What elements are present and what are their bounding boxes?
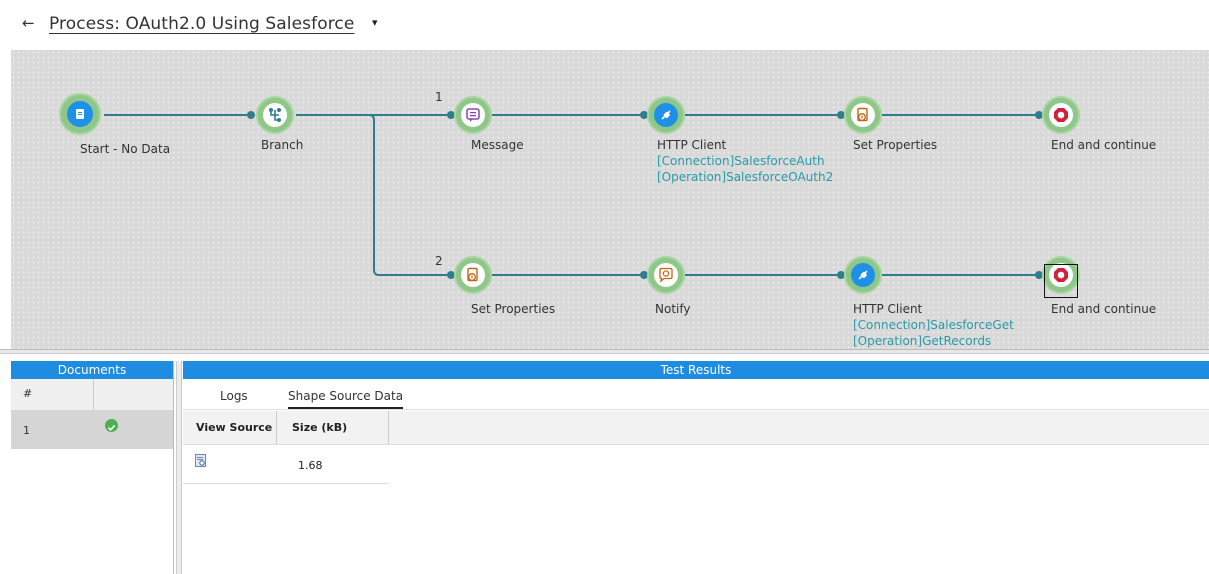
- input-connector[interactable]: [247, 111, 255, 119]
- node-label-notify: Notify: [655, 302, 691, 316]
- set-properties-node[interactable]: [454, 256, 492, 294]
- node-label-branch: Branch: [261, 138, 304, 152]
- node-operation-label: [Operation]SalesforceOAuth2: [657, 170, 834, 184]
- node-label-message: Message: [471, 138, 524, 152]
- connector-lines: [104, 114, 1035, 276]
- http-client-node[interactable]: [844, 256, 882, 294]
- http-client-icon: [851, 263, 875, 287]
- documents-header: #: [11, 379, 173, 411]
- process-canvas[interactable]: Start - No Data Branch 1 2 Message HTTP …: [11, 50, 1209, 349]
- tab-shape-source-data[interactable]: Shape Source Data: [288, 389, 404, 409]
- node-label-start: Start - No Data: [80, 142, 171, 156]
- test-results-title: Test Results: [183, 361, 1209, 379]
- node-label-http-client: HTTP Client: [853, 302, 923, 316]
- process-title[interactable]: Process: OAuth2.0 Using Salesforce: [49, 14, 354, 34]
- size-value: 1.68: [298, 459, 323, 472]
- end-continue-node[interactable]: [1042, 96, 1080, 134]
- vertical-splitter[interactable]: [176, 361, 182, 574]
- back-arrow-icon[interactable]: ←: [22, 14, 35, 32]
- table-row: 1.68: [183, 445, 389, 484]
- selection-box: [1044, 264, 1078, 298]
- col-number: #: [23, 387, 33, 400]
- check-success-icon: [105, 419, 118, 432]
- pane-splitter[interactable]: [0, 349, 1209, 354]
- node-label-set-properties: Set Properties: [853, 138, 938, 152]
- start-node[interactable]: [59, 93, 101, 135]
- results-tabs: Logs Shape Source Data: [183, 379, 1209, 410]
- col-view-source[interactable]: View Source: [183, 411, 277, 444]
- test-results-pane: Test Results Logs Shape Source Data View…: [183, 361, 1209, 574]
- column-divider: [93, 379, 94, 410]
- branch-icon: [263, 103, 287, 127]
- header-bar: ← Process: OAuth2.0 Using Salesforce ▾: [0, 0, 1209, 50]
- set-properties-icon: [851, 103, 875, 127]
- document-row[interactable]: 1: [11, 410, 173, 449]
- node-connection-label: [Connection]SalesforceAuth: [657, 154, 825, 168]
- stop-hand-icon: [1049, 103, 1073, 127]
- set-properties-node[interactable]: [844, 96, 882, 134]
- col-size[interactable]: Size (kB): [277, 411, 389, 444]
- chevron-down-icon[interactable]: ▾: [372, 16, 378, 29]
- tab-logs[interactable]: Logs: [220, 389, 248, 403]
- results-grid-header: View Source Size (kB): [183, 411, 1209, 445]
- branch-number-2: 2: [435, 254, 443, 268]
- notify-node[interactable]: [647, 256, 685, 294]
- node-label-set-properties: Set Properties: [471, 302, 556, 316]
- http-client-icon: [654, 103, 678, 127]
- notify-icon: [654, 263, 678, 287]
- node-operation-label: [Operation]GetRecords: [853, 334, 992, 348]
- branch-node[interactable]: [256, 96, 294, 134]
- branch-number-1: 1: [435, 90, 443, 104]
- node-label-http-client: HTTP Client: [657, 138, 727, 152]
- set-properties-icon: [461, 263, 485, 287]
- document-number: 1: [23, 424, 30, 437]
- http-client-node[interactable]: [647, 96, 685, 134]
- start-document-icon: [67, 101, 93, 127]
- node-connection-label: [Connection]SalesforceGet: [853, 318, 1014, 332]
- documents-title: Documents: [11, 361, 173, 379]
- view-document-icon[interactable]: [195, 453, 207, 467]
- message-node[interactable]: [454, 96, 492, 134]
- documents-pane: Documents # 1: [11, 361, 174, 574]
- message-icon: [461, 103, 485, 127]
- node-label-end-continue: End and continue: [1051, 302, 1157, 316]
- node-label-end-continue: End and continue: [1051, 138, 1157, 152]
